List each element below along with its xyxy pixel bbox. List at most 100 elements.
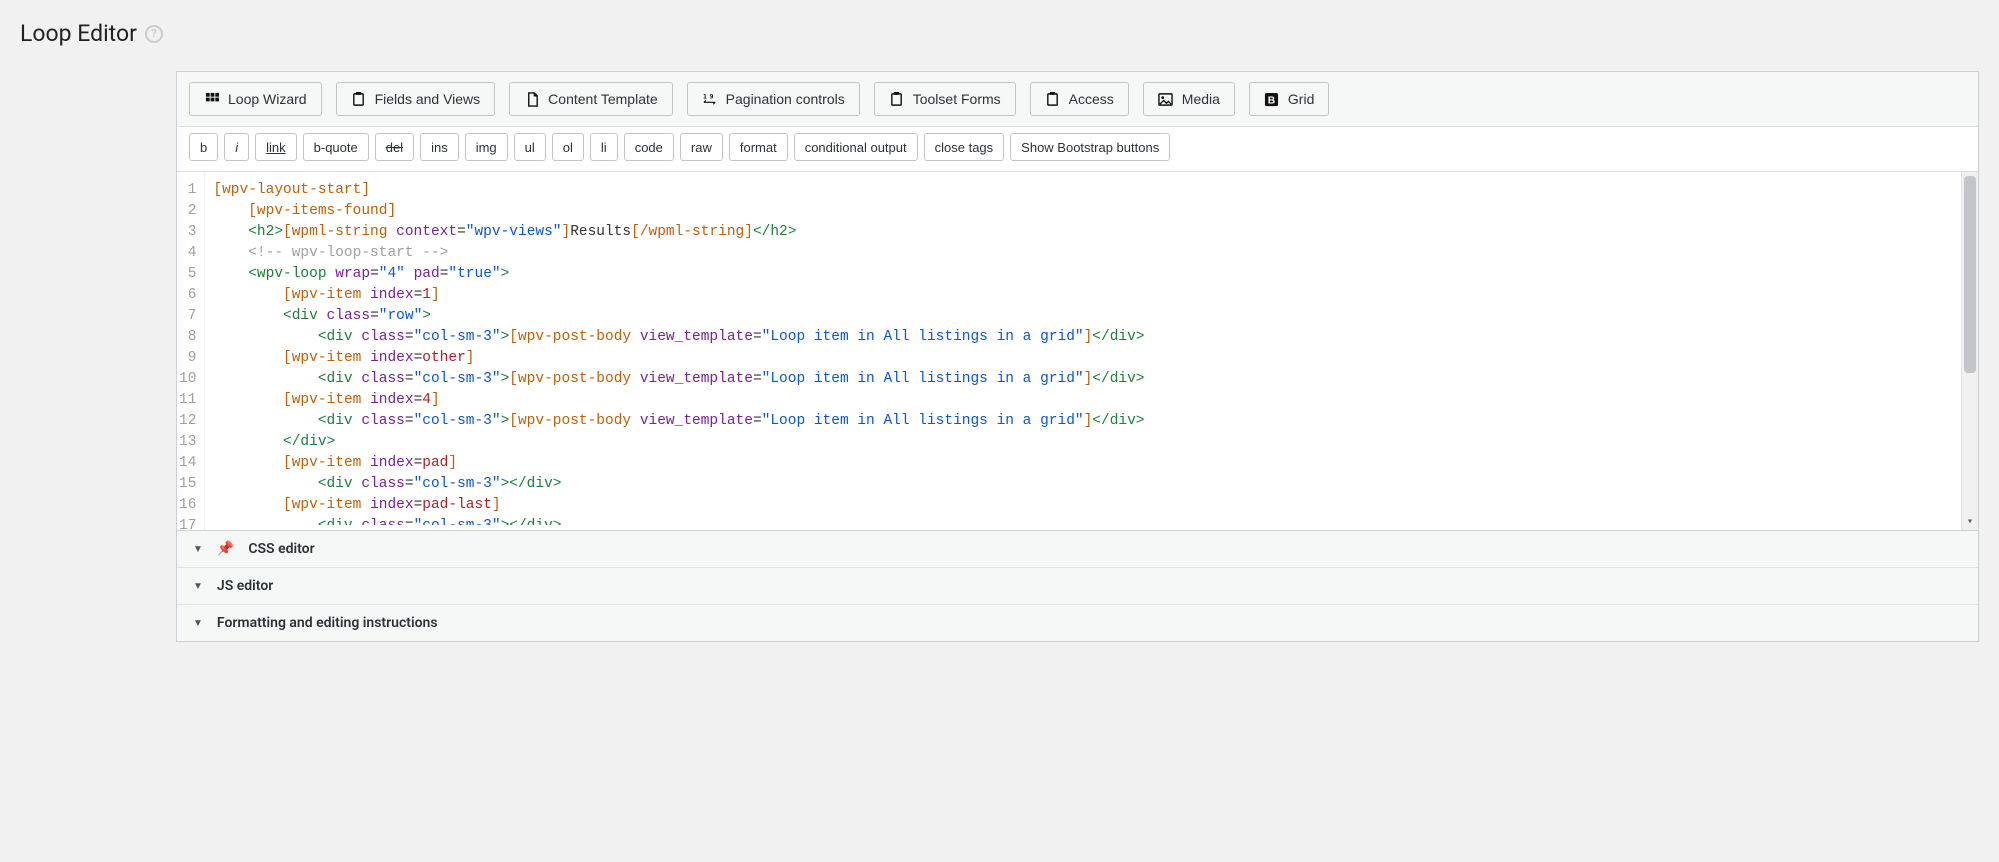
- quicktag-ol[interactable]: ol: [552, 133, 584, 161]
- line-number: 13: [179, 432, 198, 453]
- clipboard-icon: [1045, 91, 1061, 107]
- line-number: 17: [179, 516, 198, 537]
- bold-b-icon: B: [1264, 91, 1280, 107]
- grid-icon: [204, 91, 220, 107]
- line-number: 7: [179, 306, 198, 327]
- code-line[interactable]: <div class="col-sm-3"></div>: [213, 474, 1970, 495]
- grid-button[interactable]: B Grid: [1249, 82, 1329, 116]
- quicktag-code[interactable]: code: [624, 133, 674, 161]
- code-line[interactable]: [wpv-item index=1]: [213, 285, 1970, 306]
- loop-wizard-button[interactable]: Loop Wizard: [189, 82, 322, 116]
- button-label: Pagination controls: [726, 91, 845, 107]
- line-number: 10: [179, 369, 198, 390]
- quicktag-format[interactable]: format: [729, 133, 788, 161]
- line-number: 1: [179, 180, 198, 201]
- code-line[interactable]: <div class="col-sm-3">[wpv-post-body vie…: [213, 327, 1970, 348]
- quicktag-close-tags[interactable]: close tags: [924, 133, 1005, 161]
- quicktag-Show-Bootstrap-buttons[interactable]: Show Bootstrap buttons: [1010, 133, 1170, 161]
- css-editor-toggle[interactable]: ▼ 📌 CSS editor: [177, 531, 1978, 567]
- quicktag-ul[interactable]: ul: [514, 133, 546, 161]
- quicktag-conditional-output[interactable]: conditional output: [794, 133, 918, 161]
- line-number: 8: [179, 327, 198, 348]
- quicktag-i[interactable]: i: [224, 133, 249, 161]
- quicktag-ins[interactable]: ins: [420, 133, 459, 161]
- quicktag-toolbar: bilinkb-quotedelinsimgulollicoderawforma…: [177, 126, 1978, 172]
- content-template-button[interactable]: Content Template: [509, 82, 672, 116]
- code-line[interactable]: <div class="col-sm-3"></div>: [213, 516, 1970, 525]
- shortcode-toolbar: Loop Wizard Fields and Views Content Templ…: [177, 72, 1978, 126]
- formatting-instructions-toggle[interactable]: ▼ Formatting and editing instructions: [177, 604, 1978, 641]
- gutter: 1234567891011121314151617: [177, 172, 205, 530]
- line-number: 3: [179, 222, 198, 243]
- code-line[interactable]: [wpv-item index=pad-last]: [213, 495, 1970, 516]
- chevron-down-icon: ▼: [193, 544, 203, 555]
- line-number: 11: [179, 390, 198, 411]
- code-line[interactable]: <div class="col-sm-3">[wpv-post-body vie…: [213, 369, 1970, 390]
- button-label: Media: [1182, 91, 1220, 107]
- js-editor-toggle[interactable]: ▼ JS editor: [177, 567, 1978, 604]
- chevron-down-icon: ▼: [193, 581, 203, 592]
- button-label: Access: [1069, 91, 1114, 107]
- button-label: Toolset Forms: [913, 91, 1001, 107]
- code-line[interactable]: <div class="row">: [213, 306, 1970, 327]
- image-icon: [1158, 91, 1174, 107]
- line-number: 16: [179, 495, 198, 516]
- code-line[interactable]: <!-- wpv-loop-start -->: [213, 243, 1970, 264]
- sub-editor-accordion: ▼ 📌 CSS editor ▼ JS editor ▼ Formatting …: [177, 530, 1978, 641]
- quicktag-b-quote[interactable]: b-quote: [303, 133, 369, 161]
- formatting-instructions-label: Formatting and editing instructions: [217, 615, 438, 631]
- line-number: 15: [179, 474, 198, 495]
- page-title: Loop Editor ?: [20, 20, 1979, 47]
- button-label: Grid: [1288, 91, 1314, 107]
- toolset-forms-button[interactable]: Toolset Forms: [874, 82, 1016, 116]
- code-line[interactable]: <div class="col-sm-3">[wpv-post-body vie…: [213, 411, 1970, 432]
- loop-editor-panel: Loop Wizard Fields and Views Content Templ…: [176, 71, 1979, 642]
- svg-text:1: 1: [703, 92, 707, 100]
- button-label: Loop Wizard: [228, 91, 307, 107]
- code-line[interactable]: <h2>[wpml-string context="wpv-views"]Res…: [213, 222, 1970, 243]
- line-number: 6: [179, 285, 198, 306]
- code-line[interactable]: [wpv-item index=other]: [213, 348, 1970, 369]
- js-editor-label: JS editor: [217, 578, 273, 594]
- scroll-down-arrow[interactable]: ▾: [1962, 514, 1978, 530]
- svg-text:B: B: [1268, 95, 1275, 106]
- svg-text:9: 9: [710, 92, 714, 100]
- access-button[interactable]: Access: [1030, 82, 1129, 116]
- button-label: Content Template: [548, 91, 657, 107]
- pagination-controls-button[interactable]: 19 Pagination controls: [687, 82, 860, 116]
- line-number: 5: [179, 264, 198, 285]
- chevron-down-icon: ▼: [193, 618, 203, 629]
- code-line[interactable]: <wpv-loop wrap="4" pad="true">: [213, 264, 1970, 285]
- page-root: Loop Editor ? Loop Wizard Fields and View…: [0, 0, 1999, 662]
- pagination-icon: 19: [702, 91, 718, 107]
- scroll-thumb[interactable]: [1964, 176, 1976, 373]
- vertical-scrollbar[interactable]: ▴ ▾: [1961, 172, 1978, 530]
- fields-and-views-button[interactable]: Fields and Views: [336, 82, 496, 116]
- code-line[interactable]: [wpv-item index=pad]: [213, 453, 1970, 474]
- button-label: Fields and Views: [375, 91, 481, 107]
- pin-icon: 📌: [217, 541, 234, 557]
- quicktag-img[interactable]: img: [465, 133, 508, 161]
- code-line[interactable]: </div>: [213, 432, 1970, 453]
- quicktag-del[interactable]: del: [375, 133, 414, 161]
- code-line[interactable]: [wpv-items-found]: [213, 201, 1970, 222]
- code-line[interactable]: [wpv-item index=4]: [213, 390, 1970, 411]
- media-button[interactable]: Media: [1143, 82, 1235, 116]
- clipboard-icon: [351, 91, 367, 107]
- code-editor[interactable]: 1234567891011121314151617 [wpv-layout-st…: [177, 172, 1978, 530]
- line-number: 14: [179, 453, 198, 474]
- code-line[interactable]: [wpv-layout-start]: [213, 180, 1970, 201]
- line-number: 12: [179, 411, 198, 432]
- clipboard-icon: [889, 91, 905, 107]
- line-number: 4: [179, 243, 198, 264]
- code-content[interactable]: [wpv-layout-start] [wpv-items-found] <h2…: [205, 172, 1978, 530]
- line-number: 2: [179, 201, 198, 222]
- quicktag-raw[interactable]: raw: [680, 133, 723, 161]
- quicktag-li[interactable]: li: [590, 133, 618, 161]
- quicktag-link[interactable]: link: [255, 133, 297, 161]
- quicktag-b[interactable]: b: [189, 133, 218, 161]
- help-icon[interactable]: ?: [145, 25, 163, 43]
- document-icon: [524, 91, 540, 107]
- line-number: 9: [179, 348, 198, 369]
- css-editor-label: CSS editor: [248, 541, 314, 557]
